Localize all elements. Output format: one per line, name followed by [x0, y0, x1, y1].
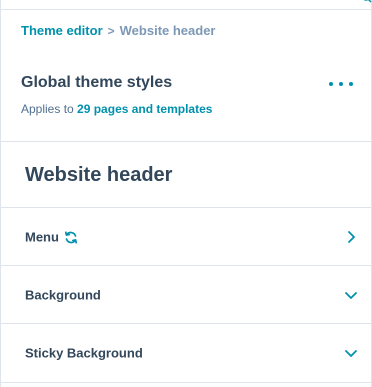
global-theme-styles-title: Global theme styles [21, 74, 173, 91]
divider [1, 382, 372, 383]
sticky-background-row-label: Sticky Background [25, 345, 143, 361]
more-dot [349, 82, 353, 86]
chevron-right-icon [348, 231, 355, 243]
applies-pages-link[interactable]: 29 pages and templates [77, 102, 212, 116]
theme-editor-panel: Theme editor > Website header Global the… [0, 0, 372, 387]
more-dot [339, 82, 343, 86]
sync-icon [64, 230, 78, 244]
chevron-down-icon [345, 292, 357, 299]
applies-to-text: Applies to 29 pages and templates [21, 102, 212, 116]
section-title: Website header [25, 164, 173, 186]
more-options-button[interactable] [329, 76, 353, 92]
background-row-label: Background [25, 287, 101, 303]
applies-prefix: Applies to [21, 102, 74, 116]
more-dot [329, 82, 333, 86]
divider [1, 141, 372, 142]
menu-row-label: Menu [25, 229, 59, 245]
background-row[interactable]: Background [1, 266, 372, 324]
breadcrumb-current: Website header [119, 23, 216, 38]
menu-row-label-group: Menu [25, 230, 78, 245]
chevron-down-icon [345, 350, 357, 357]
breadcrumb: Theme editor > Website header [21, 23, 216, 38]
breadcrumb-separator: > [107, 23, 115, 38]
menu-row[interactable]: Menu [1, 208, 372, 266]
sticky-background-row[interactable]: Sticky Background [1, 324, 372, 382]
top-strip [1, 0, 372, 10]
breadcrumb-theme-editor-link[interactable]: Theme editor [21, 23, 103, 38]
search-icon[interactable] [363, 0, 372, 4]
